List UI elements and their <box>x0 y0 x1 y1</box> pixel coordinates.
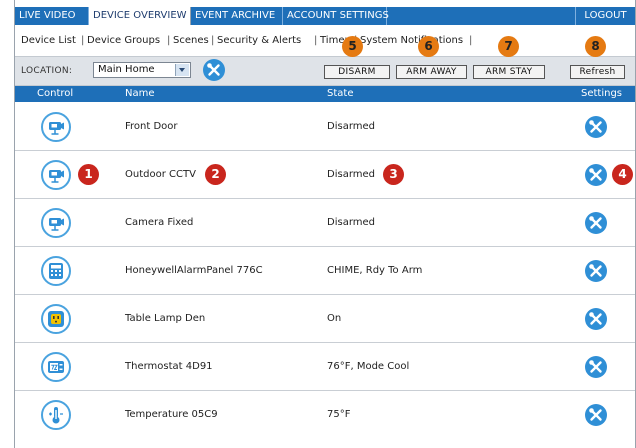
tab-live-video[interactable]: LIVE VIDEO <box>15 7 89 25</box>
wrench-screwdriver-icon <box>589 408 602 421</box>
arm-away-button[interactable]: ARM AWAY <box>396 65 467 79</box>
device-settings-button[interactable] <box>585 164 607 186</box>
subnav-separator: | <box>81 35 85 46</box>
device-state: Disarmed <box>327 217 375 228</box>
device-name: Thermostat 4D91 <box>125 361 213 372</box>
device-settings-button[interactable] <box>585 404 607 426</box>
sub-nav: Device List | Device Groups | Scenes | S… <box>15 34 635 50</box>
wrench-screwdriver-icon <box>589 312 602 325</box>
device-settings-button[interactable] <box>585 308 607 330</box>
camera-icon[interactable] <box>41 112 71 142</box>
callout-badge-4: 4 <box>612 164 633 185</box>
chevron-down-icon <box>175 64 189 76</box>
wrench-screwdriver-icon <box>589 120 602 133</box>
callout-badge-6: 6 <box>418 36 439 57</box>
location-select[interactable]: Main Home <box>93 62 191 78</box>
alarm-panel-icon[interactable] <box>41 256 71 286</box>
subnav-scenes[interactable]: Scenes <box>173 34 209 48</box>
device-name: HoneywellAlarmPanel 776C <box>125 265 263 276</box>
location-label: LOCATION: <box>21 66 73 76</box>
logout-link[interactable]: LOGOUT <box>575 7 635 25</box>
wrench-screwdriver-icon <box>589 168 602 181</box>
tab-event-archive[interactable]: EVENT ARCHIVE <box>191 7 283 25</box>
callout-badge-1: 1 <box>78 164 99 185</box>
column-header-name: Name <box>125 88 155 99</box>
subnav-separator: | <box>469 35 473 46</box>
device-state: CHIME, Rdy To Arm <box>327 265 423 276</box>
subnav-separator: | <box>314 35 318 46</box>
column-header-settings: Settings <box>581 88 623 99</box>
subnav-separator: | <box>167 35 171 46</box>
device-state: Disarmed <box>327 121 375 132</box>
table-row: Thermostat 4D91 76°F, Mode Cool <box>15 343 635 391</box>
device-name: Table Lamp Den <box>125 313 206 324</box>
table-row: Table Lamp Den On <box>15 295 635 343</box>
device-settings-button[interactable] <box>585 356 607 378</box>
column-header-state: State <box>327 88 354 99</box>
callout-badge-5: 5 <box>342 36 363 57</box>
device-state: 76°F, Mode Cool <box>327 361 410 372</box>
camera-icon[interactable] <box>41 160 71 190</box>
table-row: Camera Fixed Disarmed <box>15 199 635 247</box>
thermometer-icon[interactable] <box>41 400 71 430</box>
thermostat-icon[interactable] <box>41 352 71 382</box>
app-frame: LIVE VIDEO DEVICE OVERVIEW EVENT ARCHIVE… <box>14 0 636 448</box>
table-row: Temperature 05C9 75°F <box>15 391 635 438</box>
subnav-system-notifications[interactable]: System Notifications <box>360 34 463 48</box>
outlet-icon[interactable] <box>41 304 71 334</box>
device-settings-button[interactable] <box>585 212 607 234</box>
location-settings-button[interactable] <box>203 59 225 81</box>
device-name: Temperature 05C9 <box>125 409 218 420</box>
refresh-button[interactable]: Refresh <box>570 65 625 79</box>
camera-icon[interactable] <box>41 208 71 238</box>
arm-stay-button[interactable]: ARM STAY <box>473 65 545 79</box>
device-name: Outdoor CCTV <box>125 169 196 180</box>
callout-badge-3: 3 <box>383 164 404 185</box>
wrench-screwdriver-icon <box>589 360 602 373</box>
wrench-screwdriver-icon <box>207 63 220 76</box>
subnav-device-list[interactable]: Device List <box>21 34 76 48</box>
table-row: Front Door Disarmed <box>15 103 635 151</box>
table-row: Outdoor CCTV Disarmed <box>15 151 635 199</box>
device-name: Camera Fixed <box>125 217 194 228</box>
column-header-control: Control <box>37 88 74 99</box>
location-select-value: Main Home <box>98 64 155 75</box>
device-settings-button[interactable] <box>585 116 607 138</box>
toolbar: LOCATION: Main Home DISARM ARM AWAY ARM … <box>15 56 635 86</box>
wrench-screwdriver-icon <box>589 264 602 277</box>
device-state: Disarmed <box>327 169 375 180</box>
tab-account-settings[interactable]: ACCOUNT SETTINGS <box>283 7 389 25</box>
device-state: On <box>327 313 342 324</box>
top-nav: LIVE VIDEO DEVICE OVERVIEW EVENT ARCHIVE… <box>15 7 635 25</box>
device-state: 75°F <box>327 409 351 420</box>
wrench-screwdriver-icon <box>589 216 602 229</box>
callout-badge-8: 8 <box>585 36 606 57</box>
disarm-button[interactable]: DISARM <box>324 65 390 79</box>
callout-badge-2: 2 <box>205 164 226 185</box>
device-name: Front Door <box>125 121 178 132</box>
table-row: HoneywellAlarmPanel 776C CHIME, Rdy To A… <box>15 247 635 295</box>
table-header: Control Name State Settings <box>15 86 635 102</box>
device-settings-button[interactable] <box>585 260 607 282</box>
callout-badge-7: 7 <box>498 36 519 57</box>
subnav-security-alerts[interactable]: Security & Alerts <box>217 34 301 48</box>
tab-device-overview[interactable]: DEVICE OVERVIEW <box>89 7 191 25</box>
subnav-device-groups[interactable]: Device Groups <box>87 34 160 48</box>
subnav-separator: | <box>211 35 215 46</box>
